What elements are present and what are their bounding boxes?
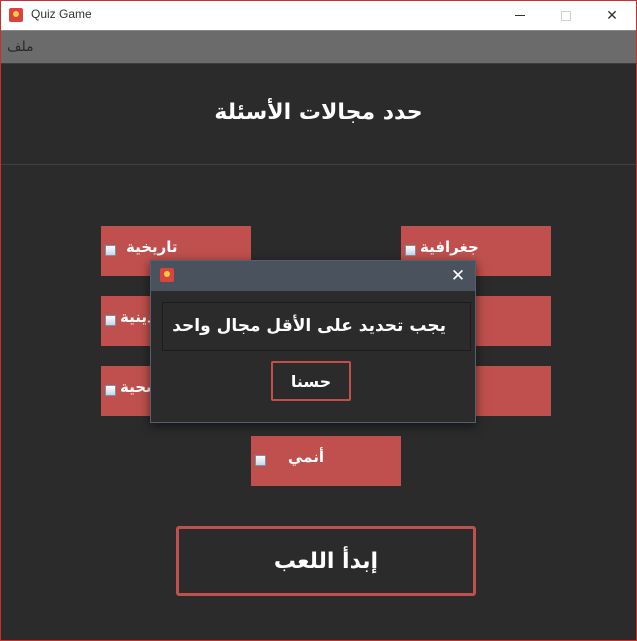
minimize-button[interactable] [497,1,543,30]
maximize-icon [561,10,571,21]
window-title: Quiz Game [31,7,92,21]
page-title: حدد مجالات الأسئلة [214,100,423,125]
app-icon [9,8,23,22]
dialog-message: يجب تحديد على الأقل مجال واحد [172,316,446,336]
checkbox-geography[interactable] [405,245,416,256]
category-history-label: تاريخية [126,238,178,256]
ok-button[interactable]: حسنا [271,361,351,401]
checkbox-health[interactable] [105,385,116,396]
dialog-message-box: يجب تحديد على الأقل مجال واحد [162,302,471,351]
checkbox-religious[interactable] [105,315,116,326]
close-icon: ✕ [606,7,618,24]
menu-bar: ملف [1,30,636,64]
title-bar: Quiz Game ✕ [1,1,636,30]
start-game-button[interactable]: إبدأ اللعب [176,526,476,596]
category-geography-label: جغرافية [420,238,479,256]
maximize-button[interactable] [543,1,589,30]
warning-dialog: ✕ يجب تحديد على الأقل مجال واحد حسنا [150,260,476,423]
menu-file[interactable]: ملف [7,39,34,55]
checkbox-history[interactable] [105,245,116,256]
category-anime-label: أنمي [288,448,325,466]
minimize-icon [515,15,525,16]
header-panel: حدد مجالات الأسئلة [1,65,636,165]
checkbox-anime[interactable] [255,455,266,466]
category-anime[interactable]: أنمي [251,436,401,486]
close-button[interactable]: ✕ [589,1,635,30]
dialog-close-button[interactable]: ✕ [447,265,469,287]
app-window: Quiz Game ✕ ملف حدد مجالات الأسئلة جغراف… [0,0,637,641]
dialog-title-bar: ✕ [151,261,475,291]
dialog-app-icon [160,268,174,282]
